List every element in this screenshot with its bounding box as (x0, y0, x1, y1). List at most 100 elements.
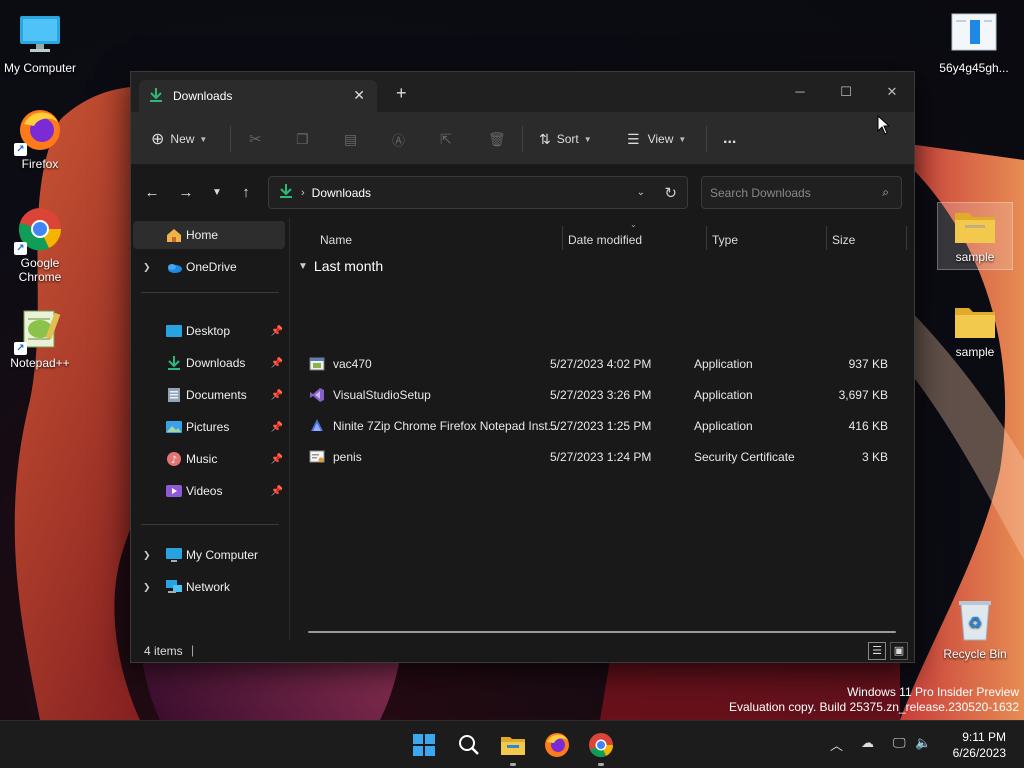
music-icon: ♪ (165, 451, 183, 467)
column-divider[interactable] (906, 226, 907, 250)
recent-locations-button[interactable]: ▼ (206, 182, 228, 204)
show-hidden-icons-button[interactable]: ︿ (830, 735, 843, 754)
chevron-up-icon: ︿ (830, 738, 844, 753)
details-view-icon: ☰ (872, 645, 882, 657)
maximize-button[interactable]: ☐ (823, 78, 869, 106)
nav-item-documents[interactable]: Documents 📌 (133, 381, 285, 409)
file-size: 937 KB (848, 357, 888, 371)
share-icon: ⇱ (440, 130, 452, 147)
nav-item-desktop[interactable]: Desktop 📌 (133, 317, 285, 345)
tab-downloads[interactable]: Downloads ✕ (139, 80, 377, 112)
nav-item-home[interactable]: Home (133, 221, 285, 249)
desktop-icon-label: sample (955, 250, 995, 264)
group-header-last-month[interactable]: ▼ Last month (298, 258, 383, 274)
tiles-view-button[interactable]: ▣ (890, 642, 908, 660)
details-view-button[interactable]: ☰ (868, 642, 886, 660)
column-divider[interactable] (706, 226, 707, 250)
pin-icon[interactable]: 📌 (271, 486, 283, 497)
network-status[interactable]: ☁ (861, 735, 874, 751)
nav-item-music[interactable]: ♪ Music 📌 (133, 445, 285, 473)
column-header-type[interactable]: Type (712, 226, 738, 254)
column-header-date-modified[interactable]: Date modified (568, 226, 642, 254)
file-row[interactable]: VisualStudioSetup 5/27/2023 3:26 PM Appl… (298, 380, 903, 411)
desktop-icon-file[interactable]: 56y4g45gh... (934, 10, 1014, 75)
trash-icon: 🗑 (488, 130, 506, 147)
running-indicator (598, 763, 604, 766)
desktop-icon-sample-folder-1[interactable]: sample (937, 202, 1013, 270)
desktop-icon-google-chrome[interactable]: ↗ Google Chrome (0, 205, 80, 284)
column-header-name[interactable]: Name (320, 226, 352, 254)
address-row: ← → ▼ ↑ › Downloads ⌄ ↻ ⌕ (131, 166, 914, 218)
up-button[interactable]: ↑ (235, 182, 257, 204)
horizontal-scrollbar[interactable] (308, 631, 896, 633)
nav-item-pictures[interactable]: Pictures 📌 (133, 413, 285, 441)
notepad-plus-plus-icon: ↗ (14, 305, 64, 355)
column-divider[interactable] (562, 226, 563, 250)
new-button[interactable]: ⊕ New ▼ (151, 126, 207, 152)
refresh-icon[interactable]: ↻ (664, 184, 677, 202)
file-explorer-taskbar-button[interactable] (499, 731, 527, 759)
nav-item-network[interactable]: ❯ Network (133, 573, 285, 601)
file-row[interactable]: vac470 5/27/2023 4:02 PM Application 937… (298, 349, 903, 380)
more-options-button[interactable]: ... (723, 126, 736, 152)
minimize-button[interactable]: ─ (777, 78, 823, 106)
new-tab-button[interactable]: + (396, 84, 407, 102)
desktop-icon-firefox[interactable]: ↗ Firefox (0, 106, 80, 171)
close-window-button[interactable]: ✕ (869, 78, 915, 106)
desktop-icon-notepad-plus-plus[interactable]: ↗ Notepad++ (0, 305, 80, 370)
pin-icon[interactable]: 📌 (271, 454, 283, 465)
desktop-icon-sample-folder-2[interactable]: sample (937, 302, 1013, 359)
view-button[interactable]: ☰ View ▼ (627, 126, 686, 152)
nav-item-onedrive[interactable]: ❯ OneDrive (133, 253, 285, 281)
pin-icon[interactable]: 📌 (271, 422, 283, 433)
search-input[interactable] (710, 177, 870, 208)
paste-button[interactable]: ▤ (344, 126, 357, 152)
breadcrumb-downloads[interactable]: Downloads (312, 186, 371, 200)
chevron-right-icon[interactable]: ❯ (143, 582, 151, 593)
clipboard-icon: ▤ (344, 130, 358, 147)
nav-label: OneDrive (186, 260, 237, 274)
address-dropdown-icon[interactable]: ⌄ (637, 187, 645, 198)
desktop-icon-my-computer[interactable]: My Computer (0, 10, 80, 75)
start-button[interactable] (410, 731, 438, 759)
nav-item-downloads[interactable]: Downloads 📌 (133, 349, 285, 377)
nav-item-my-computer[interactable]: ❯ My Computer (133, 541, 285, 569)
search-icon[interactable]: ⌕ (882, 185, 889, 200)
address-bar[interactable]: › Downloads ⌄ ↻ (268, 176, 688, 209)
cut-button[interactable]: ✂ (249, 126, 262, 152)
share-button[interactable]: ⇱ (440, 126, 452, 152)
pin-icon[interactable]: 📌 (271, 358, 283, 369)
column-divider[interactable] (826, 226, 827, 250)
close-tab-icon[interactable]: ✕ (353, 87, 365, 104)
file-row[interactable]: penis 5/27/2023 1:24 PM Security Certifi… (298, 442, 903, 473)
pictures-icon (165, 419, 183, 435)
desktop-icon-label: Recycle Bin (943, 647, 1007, 661)
clock[interactable]: 9:11 PM 6/26/2023 (953, 729, 1006, 761)
desktop-icon-recycle-bin[interactable]: ♻ Recycle Bin (935, 596, 1015, 661)
display-status[interactable]: 🖵 (893, 735, 906, 751)
back-button[interactable]: ← (141, 182, 163, 204)
view-list-icon: ☰ (627, 130, 640, 147)
search-box: ⌕ (701, 176, 902, 209)
rename-button[interactable]: Ⓐ (392, 126, 405, 152)
file-row[interactable]: Ninite 7Zip Chrome Firefox Notepad Inst.… (298, 411, 903, 442)
nav-divider (141, 292, 279, 293)
chevron-right-icon[interactable]: ❯ (143, 550, 151, 561)
pin-icon[interactable]: 📌 (271, 326, 283, 337)
column-header-size[interactable]: Size (832, 226, 855, 254)
title-bar: Downloads ✕ + ─ ☐ ✕ (131, 72, 914, 112)
firefox-taskbar-button[interactable] (543, 731, 571, 759)
desktop-icon-label: Notepad++ (10, 356, 70, 370)
file-date: 5/27/2023 1:24 PM (550, 450, 652, 464)
delete-button[interactable]: 🗑 (488, 126, 506, 152)
forward-button[interactable]: → (175, 182, 197, 204)
chevron-right-icon[interactable]: ❯ (143, 262, 151, 273)
search-button[interactable] (455, 731, 483, 759)
sort-button[interactable]: ⇅ Sort ▼ (539, 126, 592, 152)
copy-button[interactable]: ❐ (296, 126, 309, 152)
pin-icon[interactable]: 📌 (271, 390, 283, 401)
nav-item-videos[interactable]: Videos 📌 (133, 477, 285, 505)
running-indicator (510, 763, 516, 766)
volume-button[interactable]: 🔈 (915, 735, 931, 751)
chrome-taskbar-button[interactable] (587, 731, 615, 759)
